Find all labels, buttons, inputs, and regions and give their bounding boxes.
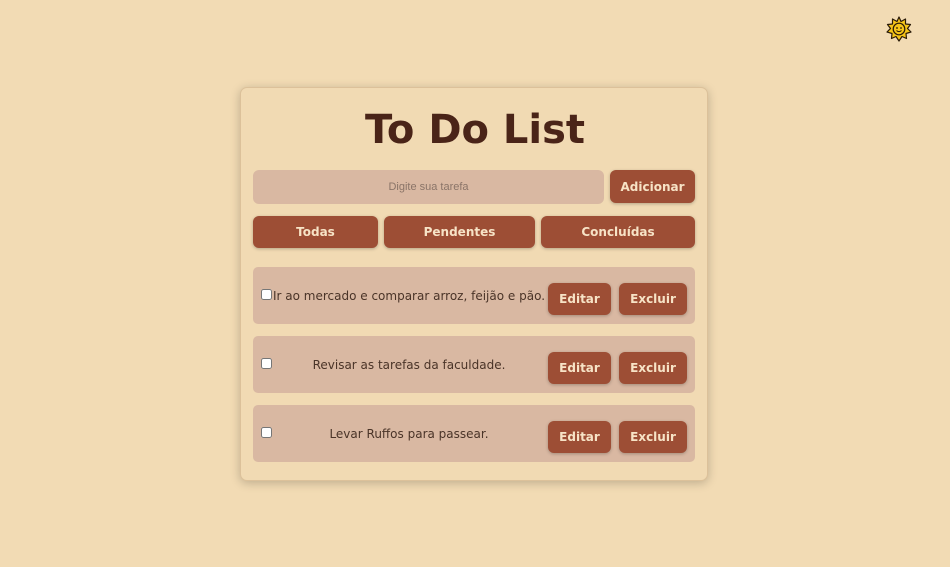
sun-icon: [886, 16, 912, 42]
task-item: Levar Ruffos para passear. Editar Exclui…: [253, 405, 695, 462]
edit-task-button[interactable]: Editar: [548, 283, 611, 315]
task-checkbox[interactable]: [261, 427, 272, 438]
task-input[interactable]: [253, 170, 604, 204]
add-task-button[interactable]: Adicionar: [610, 170, 695, 203]
delete-task-button[interactable]: Excluir: [619, 421, 687, 453]
delete-task-button[interactable]: Excluir: [619, 352, 687, 384]
task-text: Levar Ruffos para passear.: [329, 426, 489, 441]
task-checkbox[interactable]: [261, 289, 272, 300]
theme-toggle-button[interactable]: [886, 16, 912, 42]
filter-done-button[interactable]: Concluídas: [541, 216, 695, 248]
task-text: Revisar as tarefas da faculdade.: [312, 357, 506, 372]
edit-task-button[interactable]: Editar: [548, 421, 611, 453]
filter-all-button[interactable]: Todas: [253, 216, 378, 248]
task-text: Ir ao mercado e comparar arroz, feijão e…: [273, 288, 546, 303]
page-title: To Do List: [364, 107, 586, 153]
task-item: Ir ao mercado e comparar arroz, feijão e…: [253, 267, 695, 324]
delete-task-button[interactable]: Excluir: [619, 283, 687, 315]
task-item: Revisar as tarefas da faculdade. Editar …: [253, 336, 695, 393]
edit-task-button[interactable]: Editar: [548, 352, 611, 384]
filter-pending-button[interactable]: Pendentes: [384, 216, 535, 248]
task-checkbox[interactable]: [261, 358, 272, 369]
